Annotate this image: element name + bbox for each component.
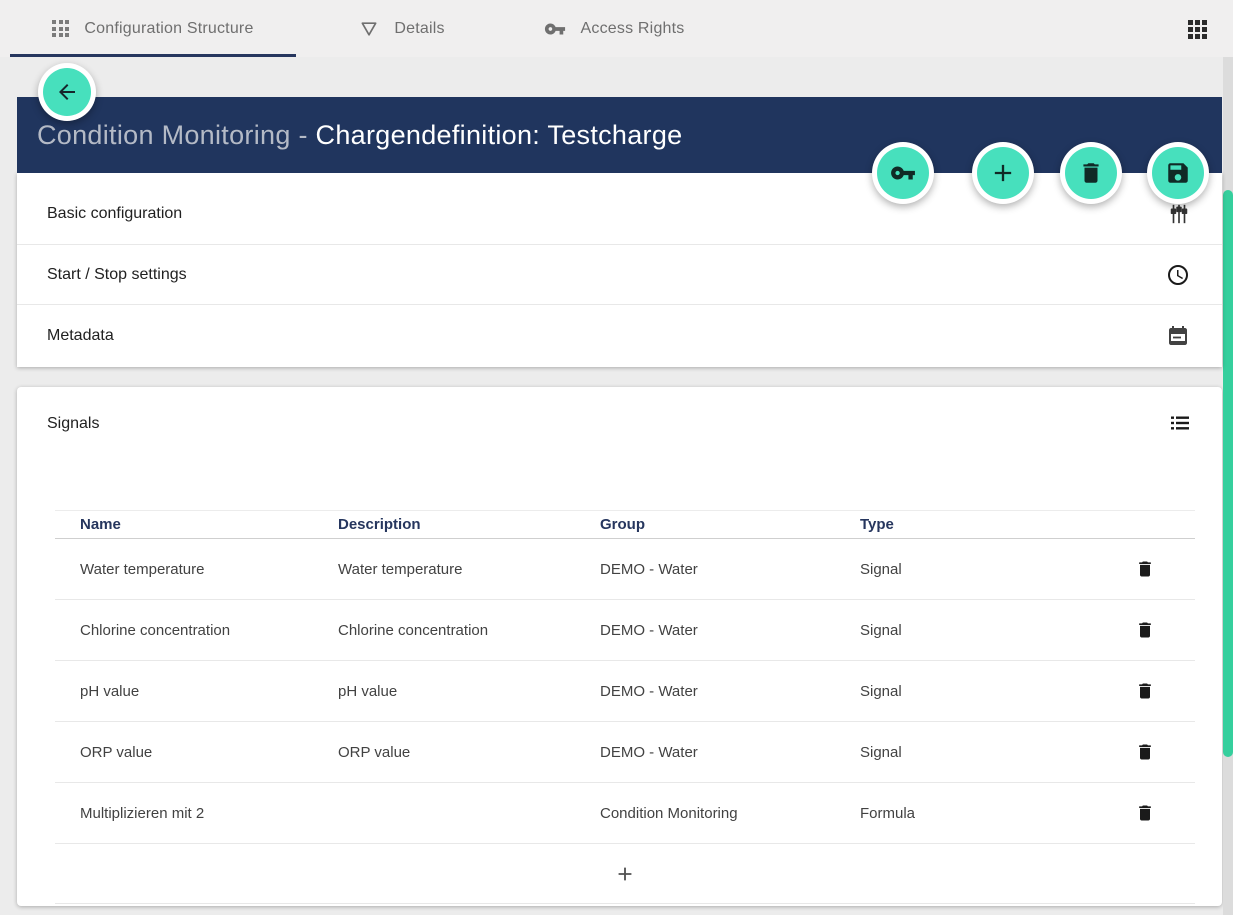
column-header-type: Type bbox=[860, 516, 1083, 533]
cell-description: pH value bbox=[338, 683, 600, 700]
plus-icon bbox=[977, 147, 1029, 199]
clock-icon bbox=[1166, 263, 1190, 287]
scrollbar-track[interactable] bbox=[1223, 57, 1233, 915]
cell-description: Water temperature bbox=[338, 561, 600, 578]
page-title-prefix: Condition Monitoring - bbox=[37, 120, 316, 150]
tab-label: Details bbox=[394, 20, 444, 38]
cell-description: Chlorine concentration bbox=[338, 622, 600, 639]
key-icon bbox=[544, 18, 566, 40]
page-header: Condition Monitoring - Chargendefinition… bbox=[17, 97, 1222, 173]
save-icon bbox=[1152, 147, 1204, 199]
plus-icon bbox=[614, 863, 636, 885]
table-row[interactable]: Multiplizieren mit 2 Condition Monitorin… bbox=[55, 783, 1195, 844]
cell-type: Signal bbox=[860, 683, 1083, 700]
signals-section-title: Signals bbox=[47, 415, 99, 433]
cell-group: DEMO - Water bbox=[600, 744, 860, 761]
tab-configuration-structure[interactable]: Configuration Structure bbox=[10, 0, 296, 57]
cell-type: Signal bbox=[860, 622, 1083, 639]
column-header-description: Description bbox=[338, 516, 600, 533]
cell-name: pH value bbox=[80, 683, 338, 700]
column-header-name: Name bbox=[80, 516, 338, 533]
tab-access-rights[interactable]: Access Rights bbox=[508, 0, 720, 57]
cell-name: Multiplizieren mit 2 bbox=[80, 805, 338, 822]
delete-row-button[interactable] bbox=[1135, 620, 1155, 640]
key-icon bbox=[877, 147, 929, 199]
save-button[interactable] bbox=[1147, 142, 1209, 204]
cell-type: Formula bbox=[860, 805, 1083, 822]
delete-row-button[interactable] bbox=[1135, 803, 1155, 823]
section-label: Metadata bbox=[47, 327, 114, 345]
add-signal-row-button[interactable] bbox=[55, 844, 1195, 904]
cell-group: DEMO - Water bbox=[600, 683, 860, 700]
access-rights-button[interactable] bbox=[872, 142, 934, 204]
signals-card: Signals Name Description Group Type Wate… bbox=[17, 387, 1222, 906]
cell-group: DEMO - Water bbox=[600, 622, 860, 639]
delete-row-button[interactable] bbox=[1135, 559, 1155, 579]
cell-group: Condition Monitoring bbox=[600, 805, 860, 822]
table-row[interactable]: Water temperature Water temperature DEMO… bbox=[55, 539, 1195, 600]
section-basic-configuration[interactable]: Basic configuration bbox=[17, 173, 1222, 245]
arrow-back-icon bbox=[43, 68, 91, 116]
cell-name: Water temperature bbox=[80, 561, 338, 578]
page-title-main: Chargendefinition: Testcharge bbox=[316, 120, 683, 150]
delete-button[interactable] bbox=[1060, 142, 1122, 204]
signals-table: Name Description Group Type Water temper… bbox=[55, 510, 1195, 904]
cell-type: Signal bbox=[860, 561, 1083, 578]
apps-grid-icon bbox=[1188, 20, 1207, 39]
section-label: Basic configuration bbox=[47, 205, 182, 223]
delete-row-button[interactable] bbox=[1135, 742, 1155, 762]
cell-type: Signal bbox=[860, 744, 1083, 761]
section-start-stop-settings[interactable]: Start / Stop settings bbox=[17, 245, 1222, 305]
scrollbar-thumb[interactable] bbox=[1223, 190, 1233, 757]
tab-label: Access Rights bbox=[581, 20, 685, 38]
grid-icon bbox=[52, 20, 69, 37]
list-icon bbox=[1168, 411, 1192, 440]
delete-row-button[interactable] bbox=[1135, 681, 1155, 701]
tab-details[interactable]: Details bbox=[296, 0, 508, 57]
section-metadata[interactable]: Metadata bbox=[17, 305, 1222, 366]
table-row[interactable]: pH value pH value DEMO - Water Signal bbox=[55, 661, 1195, 722]
column-header-group: Group bbox=[600, 516, 860, 533]
cell-name: Chlorine concentration bbox=[80, 622, 338, 639]
table-row[interactable]: ORP value ORP value DEMO - Water Signal bbox=[55, 722, 1195, 783]
table-row[interactable]: Chlorine concentration Chlorine concentr… bbox=[55, 600, 1195, 661]
triangle-icon bbox=[359, 19, 379, 39]
cell-name: ORP value bbox=[80, 744, 338, 761]
back-button[interactable] bbox=[38, 63, 96, 121]
section-label: Start / Stop settings bbox=[47, 266, 187, 284]
apps-menu-button[interactable] bbox=[1188, 20, 1207, 39]
signals-table-header: Name Description Group Type bbox=[55, 511, 1195, 539]
add-button[interactable] bbox=[972, 142, 1034, 204]
cell-description: ORP value bbox=[338, 744, 600, 761]
tab-label: Configuration Structure bbox=[84, 20, 253, 38]
page-title: Condition Monitoring - Chargendefinition… bbox=[37, 120, 682, 151]
cell-group: DEMO - Water bbox=[600, 561, 860, 578]
configuration-sections-card: Basic configuration Start / Stop setting… bbox=[17, 173, 1222, 367]
trash-icon bbox=[1065, 147, 1117, 199]
calendar-icon bbox=[1166, 324, 1190, 348]
top-tab-bar: Configuration Structure Details Access R… bbox=[0, 0, 1233, 57]
sliders-icon bbox=[1168, 203, 1190, 225]
